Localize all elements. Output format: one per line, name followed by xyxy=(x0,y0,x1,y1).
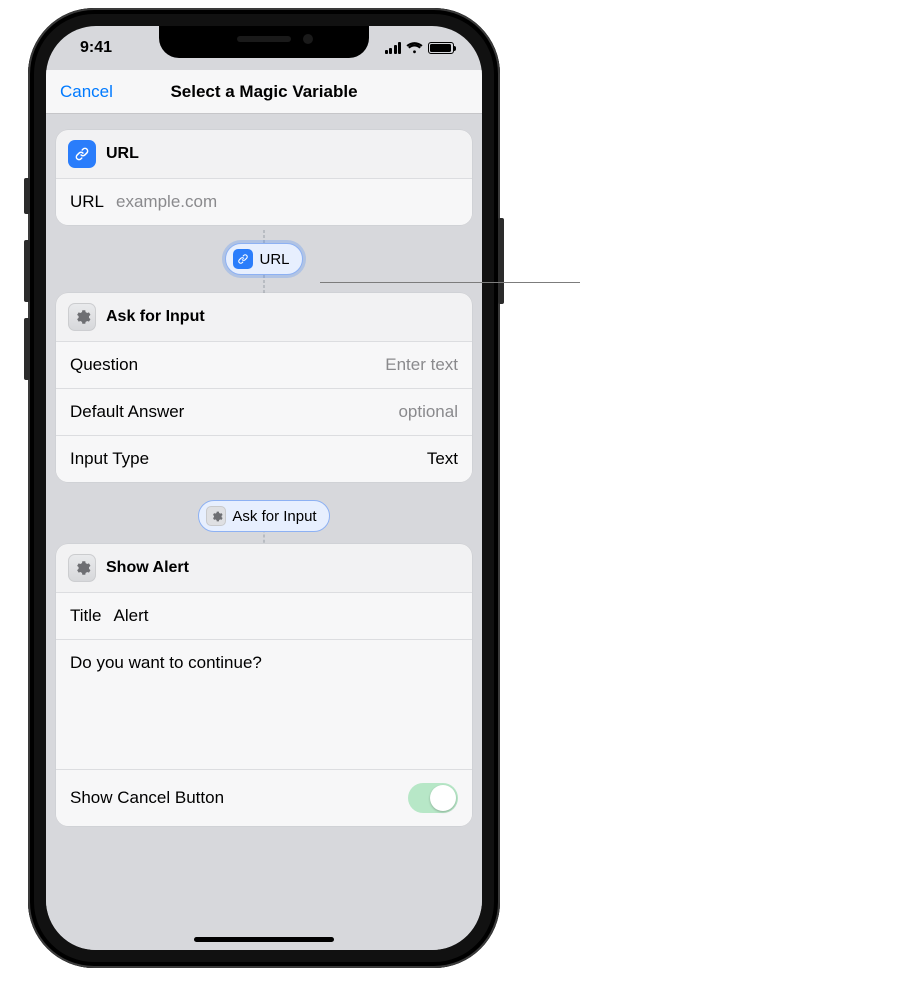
input-type-label: Input Type xyxy=(70,449,149,469)
notch xyxy=(159,26,369,58)
nav-title: Select a Magic Variable xyxy=(170,82,357,102)
alert-title-label: Title xyxy=(70,606,102,626)
pill-label: Ask for Input xyxy=(232,508,316,525)
card-header: Ask for Input xyxy=(56,293,472,341)
question-label: Question xyxy=(70,355,138,375)
battery-icon xyxy=(428,42,454,54)
input-type-value: Text xyxy=(427,449,458,469)
alert-message-row[interactable]: Do you want to continue? xyxy=(56,639,472,769)
side-button-volume-up xyxy=(24,240,30,302)
magic-variable-ask-for-input[interactable]: Ask for Input xyxy=(198,500,329,532)
show-cancel-label: Show Cancel Button xyxy=(70,788,224,808)
default-answer-label: Default Answer xyxy=(70,402,184,422)
pill-label: URL xyxy=(259,251,289,268)
alert-title-value: Alert xyxy=(114,606,149,626)
default-answer-placeholder: optional xyxy=(398,402,458,422)
side-button-power xyxy=(498,218,504,304)
card-title: Ask for Input xyxy=(106,308,205,326)
screen: 9:41 Cancel Select a Magic Variable xyxy=(46,26,482,950)
gear-icon xyxy=(68,554,96,582)
url-field-placeholder: example.com xyxy=(116,192,217,212)
card-header: URL xyxy=(56,130,472,178)
link-icon xyxy=(68,140,96,168)
url-field-label: URL xyxy=(70,192,104,212)
show-cancel-row: Show Cancel Button xyxy=(56,769,472,826)
action-card-show-alert[interactable]: Show Alert Title Alert Do you want to co… xyxy=(56,544,472,826)
alert-message-text: Do you want to continue? xyxy=(70,653,262,672)
status-time: 9:41 xyxy=(80,39,112,57)
question-placeholder: Enter text xyxy=(385,355,458,375)
card-title: URL xyxy=(106,145,139,163)
link-icon xyxy=(233,249,253,269)
nav-bar: Cancel Select a Magic Variable xyxy=(46,70,482,114)
home-indicator[interactable] xyxy=(194,937,334,942)
iphone-device-frame: 9:41 Cancel Select a Magic Variable xyxy=(28,8,500,968)
default-answer-row[interactable]: Default Answer optional xyxy=(56,388,472,435)
input-type-row[interactable]: Input Type Text xyxy=(56,435,472,482)
side-button-mute xyxy=(24,178,30,214)
action-card-url[interactable]: URL URL example.com xyxy=(56,130,472,225)
wifi-icon xyxy=(406,42,423,54)
side-button-volume-down xyxy=(24,318,30,380)
alert-title-row[interactable]: Title Alert xyxy=(56,592,472,639)
cancel-button[interactable]: Cancel xyxy=(60,82,113,102)
card-header: Show Alert xyxy=(56,544,472,592)
url-field-row[interactable]: URL example.com xyxy=(56,178,472,225)
magic-variable-url[interactable]: URL xyxy=(225,243,302,275)
callout-line xyxy=(320,282,580,283)
action-card-ask-for-input[interactable]: Ask for Input Question Enter text Defaul… xyxy=(56,293,472,482)
show-cancel-toggle[interactable] xyxy=(408,783,458,813)
content-area: URL URL example.com URL xyxy=(46,114,482,950)
gear-icon xyxy=(206,506,226,526)
cellular-icon xyxy=(385,42,402,54)
gear-icon xyxy=(68,303,96,331)
card-title: Show Alert xyxy=(106,559,189,577)
question-row[interactable]: Question Enter text xyxy=(56,341,472,388)
status-right xyxy=(385,42,455,54)
